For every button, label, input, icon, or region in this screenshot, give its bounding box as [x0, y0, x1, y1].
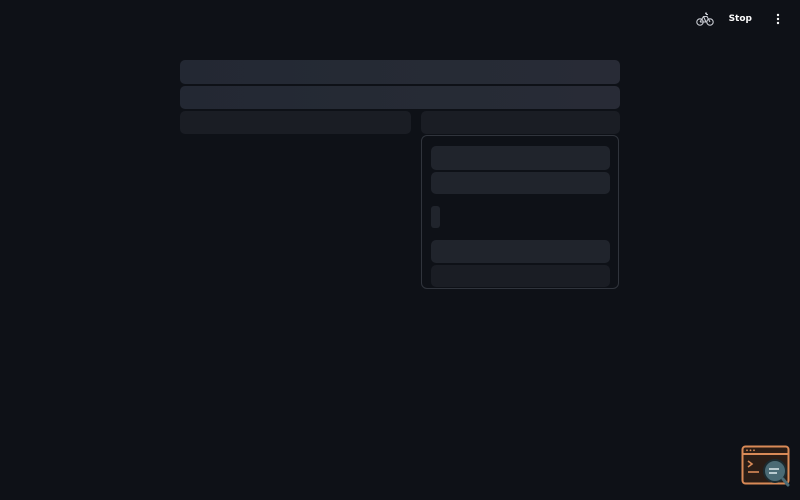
header-toolbar: Stop [695, 8, 788, 30]
app-page: Stop [0, 0, 800, 500]
title-skeleton [180, 60, 620, 84]
terminal-search-icon[interactable] [741, 445, 791, 489]
form-field-skeleton-2 [431, 172, 610, 194]
form-field-skeleton-3 [431, 240, 610, 263]
stop-button[interactable]: Stop [725, 12, 756, 26]
bicycle-running-icon [695, 10, 715, 28]
form-checkbox-skeleton [431, 206, 440, 228]
left-column-skeleton [180, 111, 411, 134]
right-column-header-skeleton [421, 111, 620, 134]
subtitle-skeleton [180, 86, 620, 109]
form-button-skeleton [431, 265, 610, 287]
vertical-dots-menu-icon[interactable] [768, 9, 788, 29]
form-field-skeleton-1 [431, 146, 610, 170]
